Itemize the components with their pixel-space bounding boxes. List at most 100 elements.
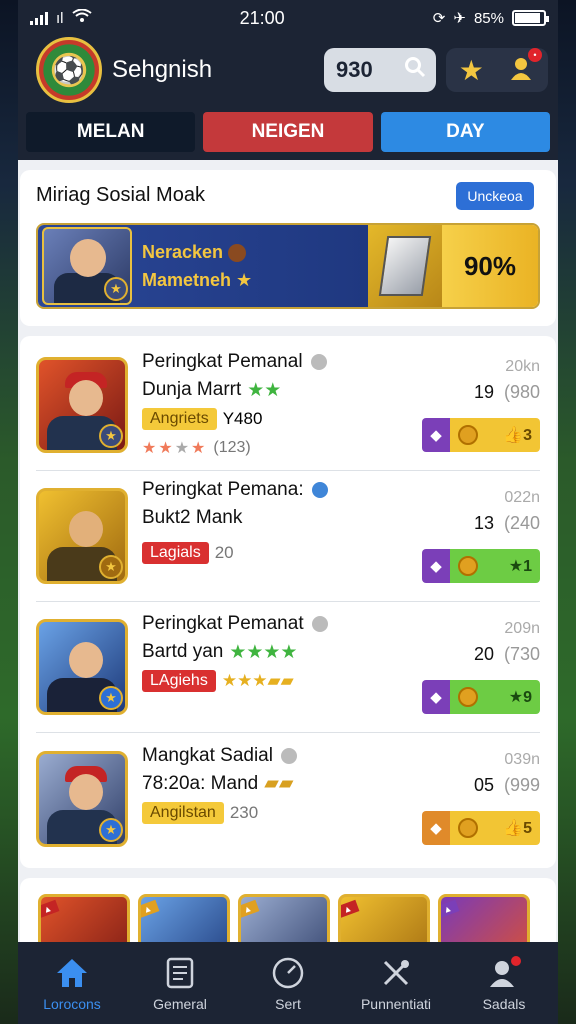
rank-badge-icon: ★ [99,817,123,842]
unlock-button[interactable]: Unckeoa [456,182,534,210]
tab-day[interactable]: DAY [380,112,550,152]
app-screen: ıl 21:00 ⟳ ✈ 85% ⚽ Sehgnish 930 ★ • MELA… [18,0,558,1024]
status-time: 21:00 [239,7,285,28]
ranking-top-right: 039n [504,751,540,768]
info-icon [311,616,328,632]
app-title: Sehgnish [112,56,213,83]
coin-balance[interactable]: 930 [324,48,436,92]
featured-banner[interactable]: ★ Neracken Mametneh ★ 90% [36,223,540,309]
ranking-action[interactable]: ◆ 👍5 [422,811,540,845]
ranking-stats: 209n 20 (730 ◆ ★9 [422,620,540,714]
coin-icon [458,818,478,838]
nav-label: Punnentiati [360,996,432,1012]
battery-percent: 85% [473,9,504,27]
ranking-list: ★ Peringkat Pemanal Dunja Marrt ★★ Angrie… [20,336,556,868]
ranking-subtitle: 78:20a: Mand [142,772,259,794]
player-portrait: ★ [36,619,128,715]
ranking-title: Mangkat Sadial [142,744,273,766]
rank-badge-icon: ★ [99,424,123,448]
info-icon [311,482,328,498]
featured-item [368,225,442,307]
tab-bar: MELAN NEIGEN DAY [18,104,558,160]
gem-card-icon [378,236,432,296]
rank-badge-icon: ★ [99,555,123,579]
player-portrait: ★ [36,357,128,453]
action-value: ★1 [508,558,532,575]
ranking-top-right: 20kn [505,358,540,375]
ranking-stats: 20kn 19 (980 ◆ 👍3 [422,358,540,452]
rating-count: (123) [213,439,251,456]
flag-icon: ▲ [41,899,60,919]
player-portrait: ★ [36,488,128,584]
info-icon [310,354,327,370]
notification-badge-icon: • [528,48,542,62]
ranking-subtitle: Bartd yan [142,641,224,662]
status-right: ⟳ ✈ 85% [433,9,549,27]
featured-name-2: Mametneh [142,270,232,290]
star-icon: ★★★▰▰ [221,671,294,690]
wifi-icon [71,8,92,27]
status-left: ıl [30,8,92,27]
ranking-action[interactable]: ◆ 👍3 [422,418,540,452]
ranking-row[interactable]: ★ Peringkat Pemanat Bartd yan ★★★★ LAgieh… [36,602,540,733]
flag-icon: ▲ [141,899,160,919]
nav-punnentiati[interactable]: Punnentiati [346,956,446,1012]
ranking-subtitle: Bukt2 Mank [142,507,243,528]
featured-badge-icon: ★ [104,277,128,301]
gem-icon: ◆ [422,680,450,714]
ranking-stats: 022n 13 (240 ◆ ★1 [422,489,540,583]
user-icon [487,956,521,990]
app-header: ⚽ Sehgnish 930 ★ • [18,36,558,104]
coin-icon [458,425,478,445]
tab-neigen[interactable]: NEIGEN [203,112,373,152]
ranking-number: 20 [473,644,494,664]
nav-general[interactable]: Gemeral [130,956,230,1012]
featured-avatar: ★ [42,227,132,305]
ranking-row[interactable]: ★ Peringkat Pemanal Dunja Marrt ★★ Angrie… [36,340,540,471]
app-logo-icon[interactable]: ⚽ [36,37,102,103]
star-icon: ★★★★ [229,641,298,663]
ranking-title: Peringkat Pemana: [142,479,304,500]
nav-sert[interactable]: Sert [238,956,338,1012]
ranking-tag: Lagials [142,542,209,564]
ranking-action[interactable]: ◆ ★9 [422,680,540,714]
action-value: 👍5 [503,820,532,837]
star-icon: ★ [236,270,253,290]
rank-badge-icon: ★ [99,686,123,710]
ranking-title: Peringkat Pemanal [142,351,303,372]
featured-percent: 90% [442,225,538,307]
ranking-top-right: 022n [504,489,540,506]
airplane-icon: ✈ [453,10,466,27]
document-icon [163,956,197,990]
nav-sadals[interactable]: Sadals [454,956,554,1012]
ranking-tag: Angriets [142,408,217,430]
ranking-row[interactable]: ★ Mangkat Sadial 78:20a: Mand ▰▰ Angilsta… [36,733,540,864]
ranking-number: 05 [473,775,494,795]
gauge-icon [271,956,305,990]
featured-name-1: Neracken [142,242,224,262]
ranking-extra: 20 [214,543,234,562]
status-bar: ıl 21:00 ⟳ ✈ 85% [18,0,558,36]
info-icon [280,747,297,764]
nav-label: Sert [275,996,301,1012]
tab-melan[interactable]: MELAN [26,112,196,152]
nav-home[interactable]: Lorocons [22,956,122,1012]
star-icon[interactable]: ★ [459,54,484,87]
nav-label: Lorocons [43,996,101,1012]
tools-icon [379,956,413,990]
ranking-number: 19 [473,382,494,402]
featured-names: Neracken Mametneh ★ [142,238,252,294]
search-icon[interactable] [404,56,426,84]
ranking-title: Peringkat Pemanat [142,613,304,634]
carrier-label: ıl [56,9,64,27]
ranking-action[interactable]: ◆ ★1 [422,549,540,583]
ranking-number-muted: (240 [503,513,540,533]
ranking-tag: Angilstan [142,801,224,824]
action-value: ★9 [508,689,532,706]
ranking-row[interactable]: ★ Peringkat Pemana: Bukt2 Mank Lagials 20… [36,471,540,602]
flag-icon: ▲ [341,899,360,919]
flag-icon: ▲ [241,899,260,919]
coin-count: 930 [336,57,373,82]
rating-stars: ★ ★ ★ ★ [142,440,206,457]
coin-icon [458,687,478,707]
